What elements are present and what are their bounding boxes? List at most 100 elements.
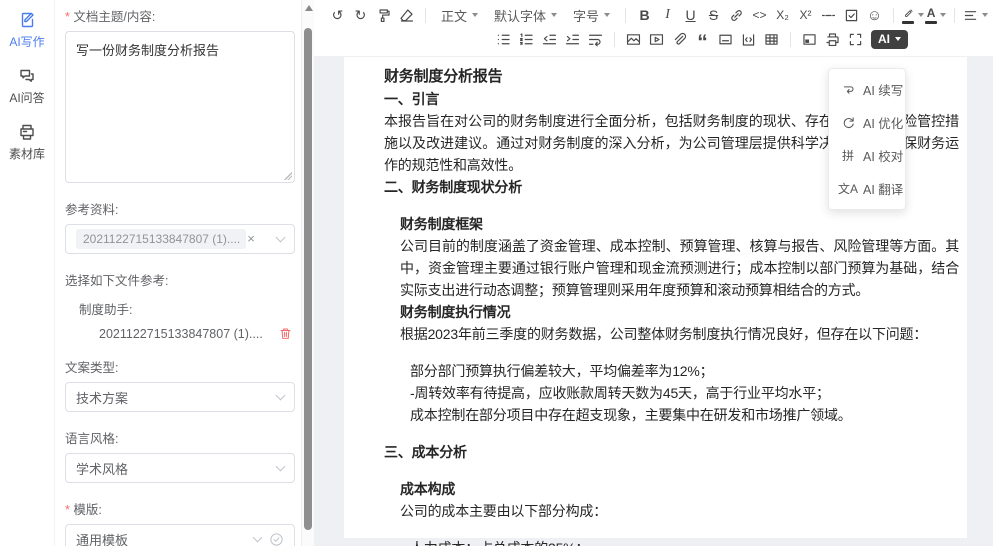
underline-icon[interactable]: U — [679, 4, 702, 27]
strikethrough-icon[interactable]: S — [702, 4, 725, 27]
format-painter-icon[interactable] — [372, 4, 395, 27]
subscript-icon[interactable]: X₂ — [771, 4, 794, 27]
bullet-list-icon[interactable] — [492, 28, 515, 51]
ai-menu-item[interactable]: 拼AI 校对 — [829, 139, 905, 172]
eraser-icon[interactable] — [395, 4, 418, 27]
video-icon[interactable] — [645, 28, 668, 51]
outdent-icon[interactable] — [538, 28, 561, 51]
toolbar-separator — [614, 32, 615, 47]
chevron-down-icon — [551, 13, 557, 17]
panel-scrollbar[interactable] — [301, 0, 314, 546]
template-select[interactable]: 通用模板 — [65, 524, 295, 546]
chevron-down-icon — [604, 13, 610, 17]
undo-icon[interactable]: ↺ — [326, 4, 349, 27]
doc-block-li[interactable]: 人力成本：占总成本的35%； — [410, 537, 959, 546]
align-icon[interactable] — [962, 4, 988, 27]
doc-block-li[interactable]: -周转效率有待提高，应收账款周转天数为45天，高于行业平均水平； — [410, 382, 959, 404]
doc-block-li[interactable]: 部分部门预算执行偏差较大，平均偏差率为12%； — [410, 360, 959, 382]
language-style-label: 语言风格: — [65, 428, 295, 447]
ai-menu-item-label: AI 校对 — [863, 146, 903, 165]
doc-block-p2[interactable]: 根据2023年前三季度的财务数据，公司整体财务制度执行情况良好，但存在以下问题： — [400, 323, 959, 345]
doc-block-p2[interactable]: 公司的成本主要由以下部分构成： — [400, 500, 959, 522]
reference-select[interactable]: 2021122715133847807 (1).... × — [65, 224, 295, 254]
language-style-select[interactable]: 学术风格 — [65, 453, 295, 483]
link-icon[interactable] — [725, 4, 748, 27]
table-icon[interactable] — [760, 28, 783, 51]
font-family-select[interactable]: 默认字体 — [486, 4, 565, 27]
font-color-icon[interactable]: A — [924, 4, 947, 27]
check-circle-icon — [269, 532, 284, 546]
code-block-icon[interactable] — [737, 28, 760, 51]
todo-checkbox-icon[interactable] — [840, 4, 863, 27]
topic-textarea[interactable]: 写一份财务制度分析报告 — [65, 31, 295, 183]
doc-block-h2[interactable]: 财务制度执行情况 — [400, 301, 959, 323]
print-icon[interactable] — [821, 28, 844, 51]
paragraph-style-select[interactable]: 正文 — [433, 4, 486, 27]
image-icon[interactable] — [622, 28, 645, 51]
text-wrap-icon[interactable] — [584, 28, 607, 51]
chevron-down-icon — [253, 533, 263, 543]
doc-block-h1[interactable]: 三、成本分析 — [384, 441, 959, 463]
highlight-color-icon[interactable] — [901, 4, 924, 27]
emoji-icon[interactable]: ☺ — [863, 4, 886, 27]
selected-file-name: 2021122715133847807 (1).... — [99, 327, 263, 341]
tag-remove-icon[interactable]: × — [247, 234, 255, 244]
topic-label: 文档主题/内容: — [65, 6, 295, 25]
doc-block-h2[interactable]: 财务制度框架 — [400, 213, 959, 235]
embed-icon[interactable] — [798, 28, 821, 51]
ai-write-icon — [17, 10, 37, 30]
ai-write-form-panel: 文档主题/内容: 写一份财务制度分析报告 参考资料: 2021122715133… — [55, 0, 301, 546]
ordered-list-icon[interactable] — [515, 28, 538, 51]
toolbar-separator — [625, 8, 626, 23]
textarea-resize-handle[interactable] — [284, 172, 292, 180]
sidebar-item-3[interactable]: 素材库 — [9, 122, 45, 162]
sidebar-item-2[interactable]: AI问答 — [9, 66, 44, 106]
ai-optimize-icon — [840, 115, 856, 131]
doc-block-p2[interactable]: 公司目前的制度涵盖了资金管理、成本控制、预算管理、核算与报告、风险管理等方面。其… — [400, 235, 959, 301]
toolbar-separator — [893, 8, 894, 23]
chevron-down-icon — [276, 233, 286, 243]
italic-icon[interactable]: I — [656, 4, 679, 27]
ai-menu-item-label: AI 优化 — [863, 113, 903, 132]
ai-menu-item[interactable]: AI 优化 — [829, 106, 905, 139]
superscript-icon[interactable]: X² — [794, 4, 817, 27]
copy-type-select[interactable]: 技术方案 — [65, 382, 295, 412]
sidebar-item-label: 素材库 — [9, 145, 45, 162]
delete-file-icon[interactable] — [278, 326, 293, 341]
ai-menu-item-label: AI 续写 — [863, 80, 903, 99]
chevron-down-icon — [895, 37, 901, 41]
horizontal-rule-icon[interactable] — [817, 4, 840, 27]
doc-block-h2[interactable]: 成本构成 — [400, 478, 959, 500]
reference-file-tag: 2021122715133847807 (1).... × — [76, 229, 246, 249]
file-reference-label: 选择如下文件参考: — [65, 270, 295, 289]
toolbar-separator — [954, 8, 955, 23]
toolbar-separator — [425, 8, 426, 23]
ai-qa-icon — [17, 66, 37, 86]
inline-code-icon[interactable]: <> — [748, 4, 771, 27]
sidebar-item-1[interactable]: AI写作 — [9, 10, 44, 50]
indent-icon[interactable] — [561, 28, 584, 51]
fullscreen-icon[interactable] — [844, 28, 867, 51]
toolbar-separator — [790, 32, 791, 47]
ai-menu-button[interactable]: AI — [871, 30, 908, 49]
doc-block-li[interactable]: 成本控制在部分项目中存在超支现象，主要集中在研发和市场推广领域。 — [410, 404, 959, 426]
template-label: 模版: — [65, 499, 295, 518]
blockquote-icon[interactable]: “ — [691, 28, 714, 51]
reference-label: 参考资料: — [65, 199, 295, 218]
file-group-label: 制度助手: — [79, 299, 295, 318]
ai-continue-icon — [840, 82, 856, 98]
material-library-icon — [17, 122, 37, 142]
scrollbar-up-arrow[interactable] — [305, 5, 313, 11]
ai-dropdown-menu: AI 续写 AI 优化拼AI 校对文AAI 翻译 — [828, 68, 906, 210]
bold-icon[interactable]: B — [633, 4, 656, 27]
divider-block-icon[interactable] — [714, 28, 737, 51]
ai-menu-item[interactable]: AI 续写 — [829, 73, 905, 106]
scrollbar-thumb[interactable] — [304, 28, 312, 530]
font-size-select[interactable]: 字号 — [565, 4, 618, 27]
attachment-icon[interactable] — [668, 28, 691, 51]
chevron-down-icon — [472, 13, 478, 17]
chevron-down-icon — [918, 13, 924, 17]
ai-menu-item[interactable]: 文AAI 翻译 — [829, 172, 905, 205]
redo-icon[interactable]: ↻ — [349, 4, 372, 27]
chevron-down-icon — [276, 391, 286, 401]
